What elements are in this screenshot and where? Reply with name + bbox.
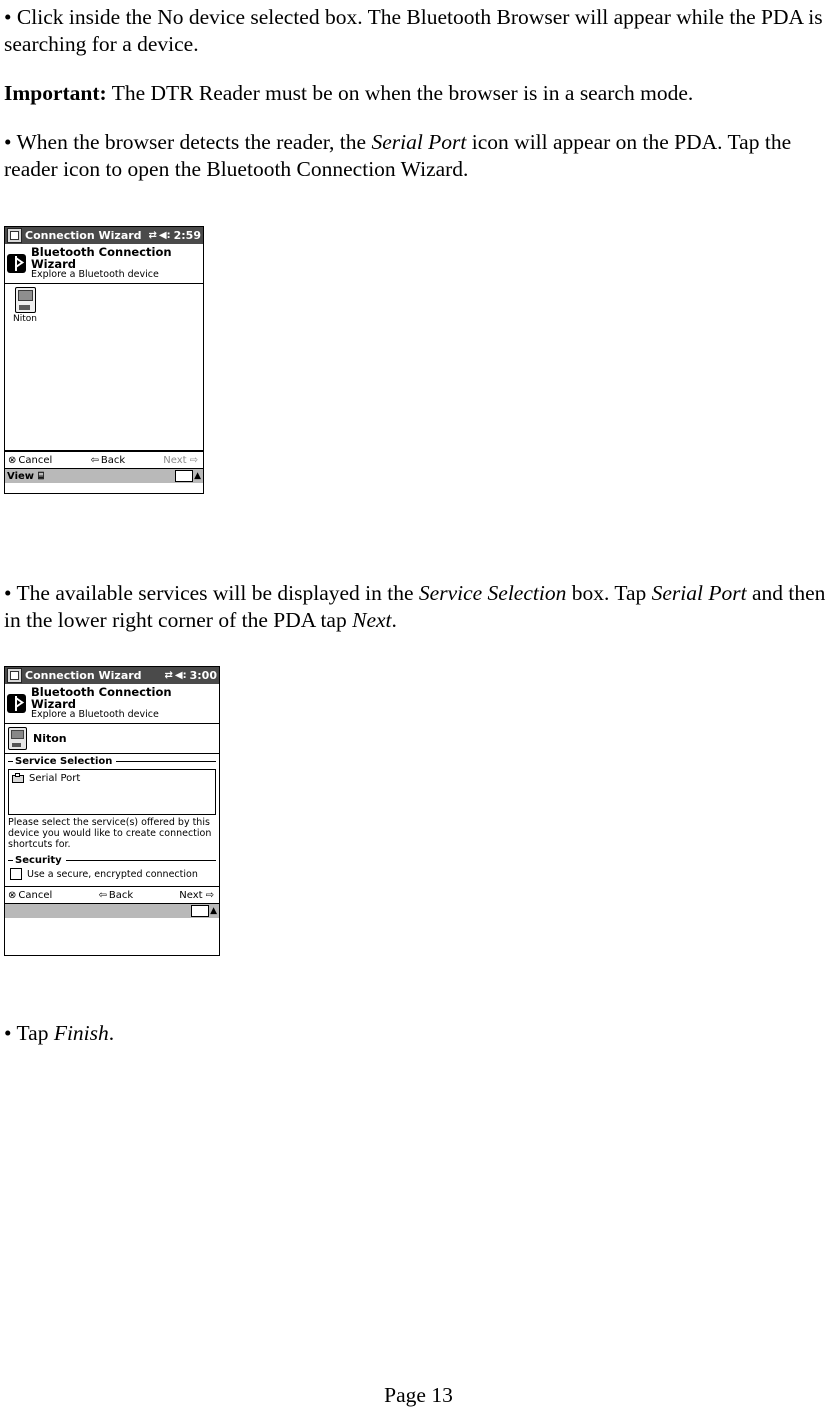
security-label-text: Security [15, 855, 62, 867]
service-selection-label: Service Selection [8, 756, 216, 767]
secure-connection-checkbox[interactable] [10, 868, 22, 881]
service-label: Serial Port [29, 773, 81, 785]
keyboard-icon[interactable] [191, 905, 210, 918]
group-dash [8, 761, 13, 763]
selected-device-name: Niton [33, 732, 67, 746]
wizard-header-text: Bluetooth Connection Wizard Explore a Bl… [31, 246, 201, 280]
back-button[interactable]: ⇦ Back [90, 455, 125, 466]
cancel-label: Cancel [18, 454, 53, 466]
page-number: Page 13 [384, 1383, 453, 1407]
detect-text-1: • When the browser detects the reader, t… [4, 130, 372, 154]
wizard-header-2: Bluetooth Connection Wizard Explore a Bl… [5, 684, 219, 725]
security-group: Security Use a secure, encrypted connect… [5, 855, 219, 886]
secure-connection-row[interactable]: Use a secure, encrypted connection [8, 866, 216, 883]
pda-device-icon [14, 287, 36, 314]
up-arrow-icon[interactable]: ▲ [194, 471, 201, 481]
device-browser-list[interactable]: Niton [5, 284, 203, 452]
pda-screenshot-connection-wizard: Connection Wizard ⇄ ◀꞉ 2:59 Bluetooth Co… [4, 226, 204, 494]
bluetooth-connect-icon[interactable]: ⇄ [149, 230, 157, 241]
wizard-header-text-2: Bluetooth Connection Wizard Explore a Bl… [31, 686, 217, 720]
paragraph-browser-detects: • When the browser detects the reader, t… [0, 129, 837, 183]
speaker-icon[interactable]: ◀꞉ [159, 230, 171, 241]
services-text-1: • The available services will be display… [4, 581, 419, 605]
bluetooth-connect-icon[interactable]: ⇄ [165, 670, 173, 681]
cancel-label-2: Cancel [18, 889, 53, 901]
keyboard-icon[interactable] [175, 470, 194, 483]
next-button[interactable]: Next ⇨ [179, 890, 216, 901]
bluetooth-icon [7, 253, 26, 273]
wizard-command-bar: ⊗ Cancel ⇦ Back Next ⇨ [5, 451, 203, 469]
wizard-subtitle-2: Explore a Bluetooth device [31, 709, 159, 721]
cancel-circle-icon: ⊗ [8, 454, 17, 466]
secure-connection-label: Use a secure, encrypted connection [27, 868, 198, 880]
service-selection-label-text: Service Selection [15, 756, 113, 768]
finish-text-2: . [108, 1021, 115, 1045]
pda-title-text: Connection Wizard [25, 229, 142, 242]
wizard-header: Bluetooth Connection Wizard Explore a Bl… [5, 244, 203, 285]
back-arrow-icon: ⇦ [90, 454, 99, 466]
next-emphasis: Next [352, 608, 392, 632]
paragraph-available-services: • The available services will be display… [0, 580, 837, 634]
view-toggle-icon[interactable]: ⌸ [38, 471, 44, 482]
pda-title-text-2: Connection Wizard [25, 669, 142, 682]
device-list-item[interactable]: Niton [7, 287, 43, 324]
security-label: Security [8, 855, 216, 866]
document-page: • Click inside the No device selected bo… [0, 4, 837, 1422]
service-list[interactable]: Serial Port [8, 769, 216, 816]
important-label: Important: [4, 81, 107, 105]
serial-port-icon [12, 773, 25, 784]
pda-app-icon [7, 668, 22, 683]
device-label: Niton [13, 314, 37, 325]
finish-emphasis: Finish [53, 1021, 109, 1045]
cancel-button[interactable]: ⊗ Cancel [8, 890, 52, 901]
paragraph-tap-finish: • Tap Finish. [0, 1020, 124, 1047]
pda-screenshot-service-selection: Connection Wizard ⇄ ◀꞉ 3:00 Bluetooth Co… [4, 666, 220, 956]
group-rule-2 [65, 860, 216, 862]
serial-port-emphasis-2: Serial Port [651, 581, 747, 605]
cancel-circle-icon: ⊗ [8, 889, 17, 901]
paragraph-text: • Click inside the No device selected bo… [4, 5, 823, 56]
next-label: Next [163, 454, 187, 466]
back-label: Back [100, 454, 126, 466]
paragraph-important: Important: The DTR Reader must be on whe… [0, 80, 837, 107]
wizard-title: Bluetooth Connection Wizard [31, 245, 172, 272]
pda-titlebar: Connection Wizard ⇄ ◀꞉ 2:59 [5, 227, 203, 244]
next-arrow-icon: ⇨ [189, 454, 198, 466]
speaker-icon[interactable]: ◀꞉ [175, 670, 187, 681]
wizard-title-2: Bluetooth Connection Wizard [31, 685, 172, 712]
services-text-2: box. Tap [566, 581, 652, 605]
next-button[interactable]: Next ⇨ [163, 455, 200, 466]
service-list-item[interactable]: Serial Port [12, 773, 212, 784]
serial-port-emphasis: Serial Port [371, 130, 467, 154]
bluetooth-icon [7, 693, 26, 713]
pda-titlebar-2: Connection Wizard ⇄ ◀꞉ 3:00 [5, 667, 219, 684]
paragraph-click-inside: • Click inside the No device selected bo… [0, 4, 837, 58]
group-dash-2 [8, 860, 13, 862]
cancel-button[interactable]: ⊗ Cancel [8, 455, 52, 466]
finish-text-1: • Tap [4, 1021, 54, 1045]
services-text-4: . [391, 608, 397, 632]
next-arrow-icon: ⇨ [205, 889, 214, 901]
back-label-2: Back [108, 889, 134, 901]
pda-app-icon [7, 228, 22, 243]
up-arrow-icon[interactable]: ▲ [210, 906, 217, 916]
wizard-subtitle: Explore a Bluetooth device [31, 269, 159, 281]
service-selection-hint: Please select the service(s) offered by … [8, 817, 212, 851]
back-arrow-icon: ⇦ [98, 889, 107, 901]
selected-device-row[interactable]: Niton [5, 724, 219, 755]
pda-taskbar-2: ▲ [5, 903, 219, 919]
service-selection-group: Service Selection Serial Port Please sel… [5, 754, 219, 855]
service-selection-emphasis: Service Selection [418, 581, 567, 605]
back-button[interactable]: ⇦ Back [98, 890, 133, 901]
pda-device-icon [8, 727, 27, 751]
important-text: The DTR Reader must be on when the brows… [106, 81, 694, 105]
view-label: View [7, 470, 35, 482]
pda-taskbar: View ⌸ ▲ [5, 468, 203, 484]
view-menu[interactable]: View ⌸ [7, 471, 175, 482]
group-rule [116, 761, 216, 763]
clock-time[interactable]: 2:59 [174, 229, 201, 242]
next-label-2: Next [179, 889, 203, 901]
wizard-command-bar-2: ⊗ Cancel ⇦ Back Next ⇨ [5, 886, 219, 904]
clock-time-2[interactable]: 3:00 [190, 669, 217, 682]
